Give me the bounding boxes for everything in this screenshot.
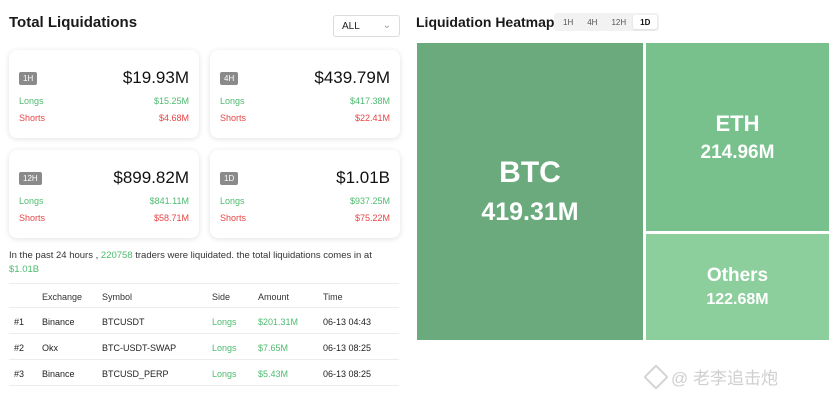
longs-value: $937.25M	[349, 196, 390, 206]
summary-amount: $1.01B	[9, 264, 40, 275]
row-side: Longs	[212, 369, 237, 379]
tab-12h[interactable]: 12H	[604, 15, 633, 29]
period-badge: 12H	[19, 172, 42, 185]
header-symbol: Symbol	[102, 292, 133, 302]
liquidation-card-4h: 4H $439.79M Longs $417.38M Shorts $22.41…	[210, 50, 400, 138]
shorts-label: Shorts	[19, 213, 46, 223]
table-row[interactable]: #2 Okx BTC-USDT-SWAP Longs $7.65M 06-13 …	[9, 334, 399, 360]
heatmap-tile-btc[interactable]: BTC 419.31M	[417, 43, 643, 340]
row-amount: $201.31M	[258, 317, 299, 327]
shorts-label: Shorts	[220, 213, 247, 223]
row-amount: $7.65M	[258, 343, 289, 353]
longs-value: $417.38M	[349, 96, 390, 106]
header-side: Side	[212, 292, 231, 302]
longs-label: Longs	[220, 196, 245, 206]
liquidation-card-1h: 1H $19.93M Longs $15.25M Shorts $4.68M	[9, 50, 199, 138]
tile-name: ETH	[715, 110, 760, 136]
watermark: @ 老李追击炮	[643, 363, 778, 390]
row-rank: #1	[14, 317, 25, 327]
card-total: $19.93M	[122, 68, 189, 87]
longs-value: $15.25M	[153, 96, 189, 106]
watermark-text: @ 老李追击炮	[671, 369, 778, 388]
row-symbol: BTCUSD_PERP	[102, 369, 169, 379]
row-symbol: BTCUSDT	[102, 317, 145, 327]
tile-name: Others	[706, 265, 769, 286]
shorts-value: $58.71M	[153, 213, 189, 223]
row-time: 06-13 04:43	[323, 317, 372, 327]
longs-label: Longs	[19, 96, 44, 106]
row-amount: $5.43M	[258, 369, 289, 379]
tab-4h[interactable]: 4H	[580, 15, 604, 29]
liquidation-card-1d: 1D $1.01B Longs $937.25M Shorts $75.22M	[210, 150, 400, 238]
shorts-label: Shorts	[220, 113, 247, 123]
chevron-down-icon: ⌄	[382, 20, 391, 31]
total-liquidations-title: Total Liquidations	[9, 14, 138, 31]
heatmap-period-tabs: 1H 4H 12H 1D	[554, 13, 660, 31]
header-time: Time	[323, 292, 343, 302]
heatmap-title: Liquidation Heatmap	[416, 14, 555, 30]
tab-1h[interactable]: 1H	[556, 15, 580, 29]
period-badge: 1D	[220, 172, 239, 185]
row-rank: #3	[14, 369, 25, 379]
row-time: 06-13 08:25	[323, 343, 372, 353]
liquidation-card-12h: 12H $899.82M Longs $841.11M Shorts $58.7…	[9, 150, 199, 238]
shorts-label: Shorts	[19, 113, 46, 123]
tile-value: 122.68M	[706, 291, 769, 308]
liquidation-summary: In the past 24 hours , 220758 traders we…	[9, 249, 397, 277]
shorts-value: $75.22M	[354, 213, 390, 223]
card-total: $899.82M	[113, 168, 189, 187]
summary-middle: traders were liquidated. the total liqui…	[135, 250, 372, 261]
liquidation-heatmap-panel: Liquidation Heatmap 1H 4H 12H 1D BTC 419…	[410, 0, 830, 400]
filter-select-value: ALL	[342, 21, 360, 32]
longs-value: $841.11M	[149, 196, 189, 206]
row-side: Longs	[212, 317, 237, 327]
summary-prefix: In the past 24 hours ,	[9, 250, 99, 261]
table-row[interactable]: #1 Binance BTCUSDT Longs $201.31M 06-13 …	[9, 308, 399, 334]
table-row[interactable]: #3 Binance BTCUSD_PERP Longs $5.43M 06-1…	[9, 360, 399, 386]
tile-value: 214.96M	[700, 141, 775, 163]
period-badge: 4H	[220, 72, 239, 85]
longs-label: Longs	[19, 196, 44, 206]
watermark-logo-icon	[643, 363, 669, 390]
header-amount: Amount	[258, 292, 290, 302]
row-side: Longs	[212, 343, 237, 353]
filter-select[interactable]: ALL ⌄	[333, 15, 400, 37]
header-exchange: Exchange	[42, 292, 83, 302]
total-liquidations-panel: Total Liquidations ALL ⌄ 1H $19.93M Long…	[0, 0, 402, 400]
card-total: $439.79M	[314, 68, 390, 87]
row-exchange: Binance	[42, 369, 75, 379]
card-total: $1.01B	[336, 168, 390, 187]
heatmap-tile-eth[interactable]: ETH 214.96M	[646, 43, 829, 231]
shorts-value: $22.41M	[354, 113, 390, 123]
period-badge: 1H	[19, 72, 38, 85]
row-exchange: Binance	[42, 317, 75, 327]
tab-1d[interactable]: 1D	[633, 15, 658, 29]
heatmap-tile-others[interactable]: Others 122.68M	[646, 234, 829, 340]
row-symbol: BTC-USDT-SWAP	[102, 343, 177, 353]
table-header: Exchange Symbol Side Amount Time	[9, 283, 399, 308]
tile-value: 419.31M	[481, 198, 579, 226]
longs-label: Longs	[220, 96, 245, 106]
row-time: 06-13 08:25	[323, 369, 372, 379]
largest-liquidations-table: Exchange Symbol Side Amount Time #1 Bina…	[9, 283, 399, 386]
row-exchange: Okx	[42, 343, 59, 353]
tile-name: BTC	[499, 156, 561, 189]
shorts-value: $4.68M	[158, 113, 189, 123]
summary-traders-count: 220758	[100, 250, 133, 261]
row-rank: #2	[14, 343, 25, 353]
